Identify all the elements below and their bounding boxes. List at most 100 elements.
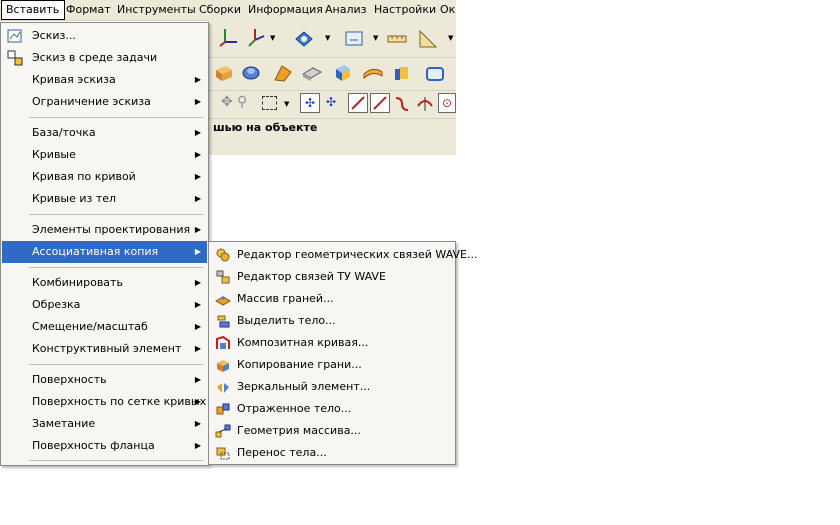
submenu-item-mirror-feature[interactable]: Зеркальный элемент... xyxy=(210,376,455,398)
snap-intersection-icon[interactable] xyxy=(416,94,434,112)
composite-curve-icon xyxy=(216,335,230,349)
menu-item-label: Конструктивный элемент xyxy=(32,342,182,355)
submenu-arrow-icon: ▶ xyxy=(194,225,201,234)
snap-point-icon[interactable]: ✣ xyxy=(300,93,320,113)
menu-format[interactable]: Формат xyxy=(66,0,111,19)
revolve-icon[interactable] xyxy=(240,62,262,84)
submenu-item-label: Перенос тела... xyxy=(237,446,327,459)
menu-item-associative-copy[interactable]: Ассоциативная копия ▶ xyxy=(2,241,207,263)
measure-angle-icon[interactable] xyxy=(417,28,439,50)
menu-window-partial[interactable]: Ок xyxy=(440,0,455,19)
menu-item-label: Поверхность xyxy=(32,373,107,386)
dropdown-arrow-icon[interactable]: ▼ xyxy=(325,34,330,42)
menu-tools[interactable]: Инструменты xyxy=(117,0,196,19)
menu-item-trim[interactable]: Обрезка ▶ xyxy=(2,294,207,316)
snap-endpoint-icon[interactable] xyxy=(348,93,368,113)
menu-settings[interactable]: Настройки xyxy=(374,0,436,19)
submenu-arrow-icon: ▶ xyxy=(194,247,201,256)
snap-control-point-icon[interactable] xyxy=(393,94,411,112)
submenu-arrow-icon: ▶ xyxy=(194,419,201,428)
move-icon[interactable]: ✥ xyxy=(221,94,233,110)
point-icon[interactable] xyxy=(293,28,315,50)
measure-distance-icon[interactable] xyxy=(386,28,408,50)
snap-all-icon[interactable]: ✣ xyxy=(326,95,336,109)
extrude-icon[interactable] xyxy=(213,62,235,84)
submenu-arrow-icon: ▶ xyxy=(194,344,201,353)
menu-item-detail-feature[interactable]: Конструктивный элемент ▶ xyxy=(2,338,207,360)
submenu-arrow-icon: ▶ xyxy=(194,172,201,181)
boolean-icon[interactable] xyxy=(301,62,323,84)
menu-information[interactable]: Информация xyxy=(248,0,323,19)
menu-item-label: Заметание xyxy=(32,417,96,430)
menu-item-mesh-surface[interactable]: Поверхность по сетке кривых ▶ xyxy=(2,391,207,413)
submenu-item-wave-geometry-editor[interactable]: Редактор геометрических связей WAVE... xyxy=(210,244,477,266)
menu-item-label: Эскиз в среде задачи xyxy=(32,51,158,64)
submenu-arrow-icon: ▶ xyxy=(194,97,201,106)
submenu-item-label: Копирование грани... xyxy=(237,358,362,371)
submenu-item-composite-curve[interactable]: Композитная кривая... xyxy=(210,332,455,354)
face-array-icon xyxy=(215,296,231,306)
menu-item-label: Ассоциативная копия xyxy=(32,245,159,258)
menu-item-label: Комбинировать xyxy=(32,276,123,289)
submenu-arrow-icon: ▶ xyxy=(194,441,201,450)
cylinder-icon[interactable] xyxy=(392,62,414,84)
thicken-icon[interactable] xyxy=(362,62,384,84)
snap-midpoint-icon[interactable] xyxy=(370,93,390,113)
toolbar-row-1: ▼ ▼ ▼ ▼ xyxy=(209,20,456,58)
menu-item-design-feature[interactable]: Элементы проектирования ▶ xyxy=(2,219,207,241)
menu-item-sketch-constraint[interactable]: Ограничение эскиза ▶ xyxy=(2,91,207,113)
sweep-icon[interactable] xyxy=(272,62,294,84)
menu-item-label: Поверхность фланца xyxy=(32,439,155,452)
menu-item-task-sketch[interactable]: Эскиз в среде задачи xyxy=(2,47,207,69)
submenu-item-move-body[interactable]: Перенос тела... xyxy=(210,442,455,464)
shell-icon[interactable] xyxy=(424,62,446,84)
toolbar-row-3: ✥ ⚲ ▼ ✣ ✣ ⊙ xyxy=(209,90,456,119)
rotate-icon[interactable]: ⚲ xyxy=(237,94,247,110)
submenu-item-extract-body[interactable]: Выделить тело... xyxy=(210,310,455,332)
submenu-item-pattern-geometry[interactable]: Геометрия массива... xyxy=(210,420,455,442)
menu-item-curve-from-bodies[interactable]: Кривые из тел ▶ xyxy=(2,188,207,210)
submenu-item-label: Геометрия массива... xyxy=(237,424,361,437)
submenu-arrow-icon: ▶ xyxy=(194,300,201,309)
datum-csys-icon[interactable] xyxy=(217,26,239,48)
submenu-arrow-icon: ▶ xyxy=(194,194,201,203)
mirror-feature-icon xyxy=(217,383,229,393)
submenu-item-label: Редактор геометрических связей WAVE... xyxy=(237,248,478,261)
cue-line-text: шью на объекте xyxy=(213,121,318,134)
wave-link-icon xyxy=(216,270,230,284)
menu-item-sketch-curve[interactable]: Кривая эскиза ▶ xyxy=(2,69,207,91)
menu-item-sketch[interactable]: Эскиз... xyxy=(2,25,207,47)
menu-separator xyxy=(29,364,204,365)
dropdown-arrow-icon[interactable]: ▼ xyxy=(448,34,453,42)
menu-item-sweep[interactable]: Заметание ▶ xyxy=(2,413,207,435)
dropdown-arrow-icon[interactable]: ▼ xyxy=(284,100,289,108)
task-sketch-icon xyxy=(7,50,23,66)
menu-item-curve-from-curves[interactable]: Кривая по кривой ▶ xyxy=(2,166,207,188)
block-icon[interactable] xyxy=(331,62,353,84)
insert-menu: Эскиз... Эскиз в среде задачи Кривая эск… xyxy=(0,22,209,466)
mirror-body-icon xyxy=(216,403,230,415)
rectangle-select-icon[interactable] xyxy=(262,96,277,110)
dropdown-arrow-icon[interactable]: ▼ xyxy=(270,34,275,42)
menu-item-curves[interactable]: Кривые ▶ xyxy=(2,144,207,166)
pattern-geometry-icon xyxy=(215,424,231,438)
menu-item-flange-surface[interactable]: Поверхность фланца ▶ xyxy=(2,435,207,457)
plane-icon[interactable] xyxy=(343,28,365,50)
menu-item-label: Элементы проектирования xyxy=(32,223,191,236)
csys-icon[interactable] xyxy=(245,26,267,48)
snap-center-icon[interactable]: ⊙ xyxy=(438,93,456,113)
submenu-item-wave-link-editor[interactable]: Редактор связей ТУ WAVE xyxy=(210,266,455,288)
menu-item-combine[interactable]: Комбинировать ▶ xyxy=(2,272,207,294)
menu-assemblies[interactable]: Сборки xyxy=(199,0,241,19)
submenu-item-face-array[interactable]: Массив граней... xyxy=(210,288,455,310)
menu-item-offset-scale[interactable]: Смещение/масштаб ▶ xyxy=(2,316,207,338)
dropdown-arrow-icon[interactable]: ▼ xyxy=(373,34,378,42)
menu-analysis[interactable]: Анализ xyxy=(325,0,367,19)
menu-bar: Вставить Формат Инструменты Сборки Инфор… xyxy=(0,0,456,21)
menu-item-surface[interactable]: Поверхность ▶ xyxy=(2,369,207,391)
submenu-item-mirror-body[interactable]: Отраженное тело... xyxy=(210,398,455,420)
toolbar-row-2 xyxy=(209,57,456,91)
submenu-item-copy-face[interactable]: Копирование грани... xyxy=(210,354,455,376)
menu-insert[interactable]: Вставить xyxy=(1,0,65,20)
menu-item-datum-point[interactable]: База/точка ▶ xyxy=(2,122,207,144)
